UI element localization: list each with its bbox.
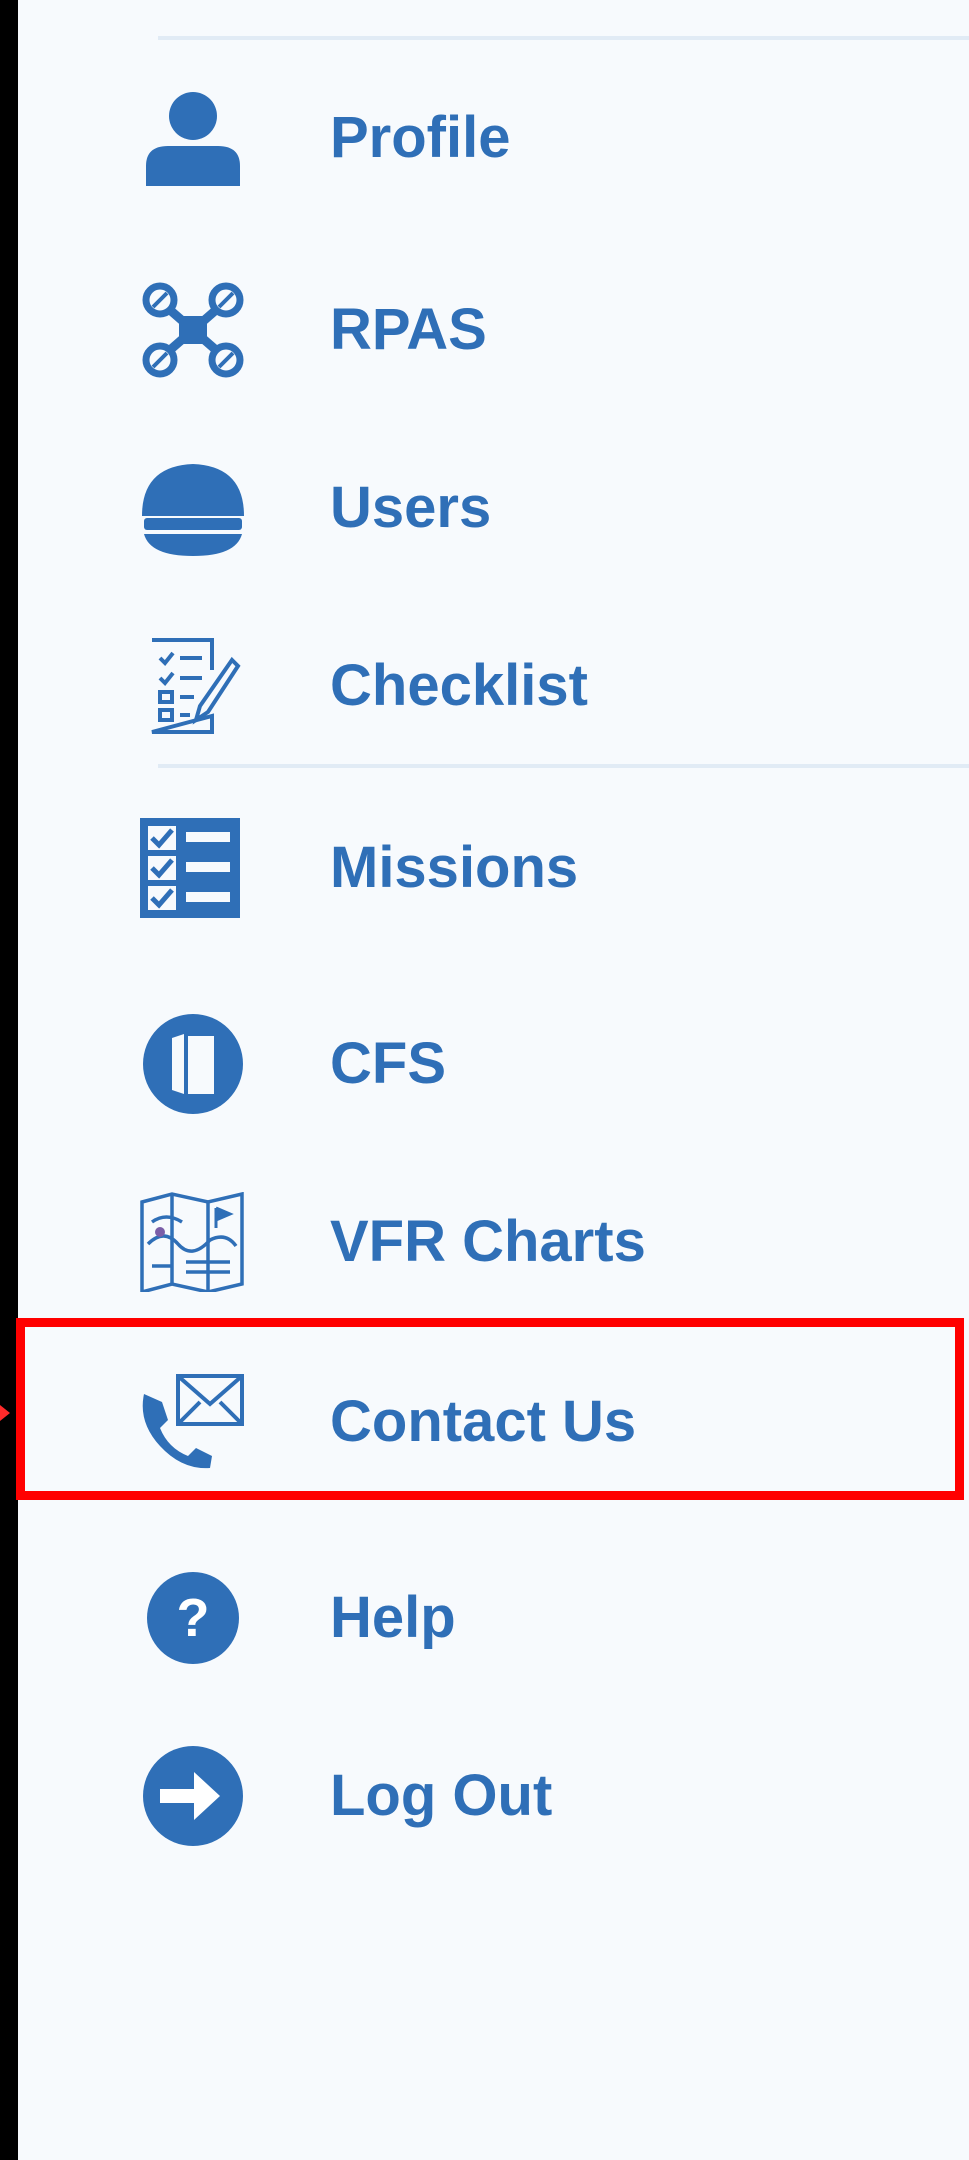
menu-label: Users xyxy=(330,475,492,540)
menu-item-vfr-charts[interactable]: VFR Charts xyxy=(18,1182,969,1302)
book-icon xyxy=(138,1014,248,1114)
drone-icon xyxy=(138,280,248,380)
menu-label: Missions xyxy=(330,835,579,900)
menu-label: Help xyxy=(330,1585,456,1650)
menu-item-contact-us[interactable]: Contact Us xyxy=(18,1362,969,1482)
person-icon xyxy=(138,88,248,188)
menu-label: Contact Us xyxy=(330,1389,637,1454)
missions-list-icon xyxy=(138,818,248,918)
phone-envelope-icon xyxy=(138,1372,248,1472)
menu-item-cfs[interactable]: CFS xyxy=(18,1004,969,1124)
question-circle-icon: ? xyxy=(138,1568,248,1668)
menu-label: Log Out xyxy=(330,1763,553,1828)
map-icon xyxy=(138,1192,248,1292)
svg-text:?: ? xyxy=(177,1588,210,1648)
menu-label: Profile xyxy=(330,105,511,170)
menu-label: VFR Charts xyxy=(330,1209,646,1274)
menu-label: Checklist xyxy=(330,653,588,718)
navigation-drawer: Profile RPAS Users Checklist Missions CF… xyxy=(18,0,969,2160)
menu-item-checklist[interactable]: Checklist xyxy=(18,626,969,746)
menu-item-log-out[interactable]: Log Out xyxy=(18,1736,969,1856)
menu-label: CFS xyxy=(330,1031,446,1096)
menu-item-profile[interactable]: Profile xyxy=(18,78,969,198)
menu-item-help[interactable]: ? Help xyxy=(18,1558,969,1678)
menu-item-missions[interactable]: Missions xyxy=(18,808,969,928)
menu-item-rpas[interactable]: RPAS xyxy=(18,270,969,390)
menu-item-users[interactable]: Users xyxy=(18,448,969,568)
checklist-icon xyxy=(138,636,248,736)
annotation-arrow-tip xyxy=(0,1405,10,1421)
logout-arrow-icon xyxy=(138,1746,248,1846)
menu-divider xyxy=(158,764,969,768)
menu-divider xyxy=(158,36,969,40)
menu-label: RPAS xyxy=(330,297,487,362)
pilot-cap-icon xyxy=(138,458,248,558)
